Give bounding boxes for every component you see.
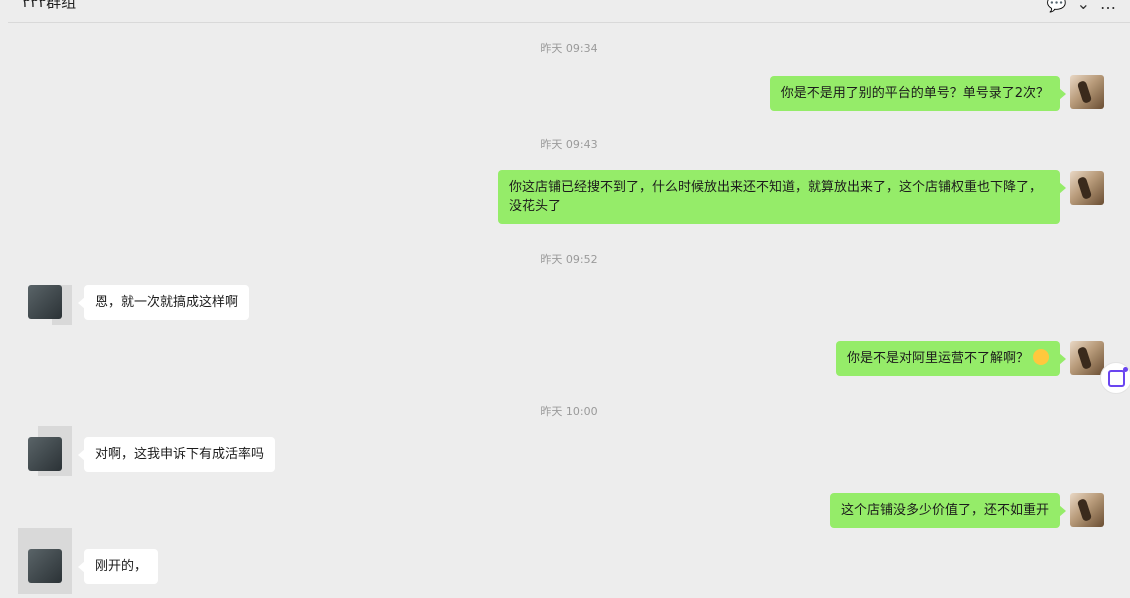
- ai-assistant-button[interactable]: [1100, 362, 1130, 394]
- chat-header: ٣٣٣群组 💬 ⌄ …: [8, 0, 1130, 23]
- message-bubble-incoming[interactable]: 恩，就一次就搞成这样啊: [77, 285, 250, 320]
- timestamp: 昨天 09:43: [540, 138, 598, 151]
- message-bubble-outgoing[interactable]: 这个店铺没多少价值了，还不如重开: [829, 493, 1067, 528]
- avatar-contact[interactable]: [28, 437, 62, 471]
- avatar-self[interactable]: [1070, 75, 1104, 109]
- avatar-contact[interactable]: [28, 549, 62, 583]
- chat-bubble-icon[interactable]: 💬: [1047, 0, 1067, 14]
- timestamp: 昨天 09:34: [540, 42, 598, 55]
- ai-assistant-icon: [1107, 366, 1128, 387]
- chat-title: ٣٣٣群组: [22, 0, 77, 11]
- message-bubble-outgoing[interactable]: 你是不是对阿里运营不了解啊？: [835, 341, 1067, 376]
- message-bubble-outgoing[interactable]: 你这店铺已经搜不到了，什么时候放出来还不知道，就算放出来了，这个店铺权重也下降了…: [498, 170, 1066, 224]
- avatar-self[interactable]: [1070, 341, 1104, 375]
- avatar-self[interactable]: [1070, 171, 1104, 205]
- grinning-sweat-emoji: [1033, 349, 1049, 365]
- chevron-down-icon[interactable]: ⌄: [1077, 0, 1090, 14]
- timestamp: 昨天 09:52: [540, 253, 598, 266]
- message-bubble-outgoing[interactable]: 你是不是用了别的平台的单号？单号录了2次？: [769, 76, 1067, 111]
- header-actions: 💬 ⌄ …: [1047, 0, 1116, 14]
- chat-window: ٣٣٣群组 💬 ⌄ … 昨天 09:34 你是不是用了别的平台的单号？单号录了2…: [8, 0, 1130, 598]
- more-icon[interactable]: …: [1100, 0, 1116, 14]
- avatar-contact[interactable]: [28, 285, 62, 319]
- message-text: 你是不是对阿里运营不了解啊？: [846, 351, 1029, 366]
- avatar-self[interactable]: [1070, 493, 1104, 527]
- timestamp: 昨天 10:00: [540, 405, 598, 418]
- message-bubble-incoming[interactable]: 对啊，这我申诉下有成活率吗: [77, 437, 276, 472]
- message-bubble-incoming[interactable]: 刚开的，: [77, 549, 159, 584]
